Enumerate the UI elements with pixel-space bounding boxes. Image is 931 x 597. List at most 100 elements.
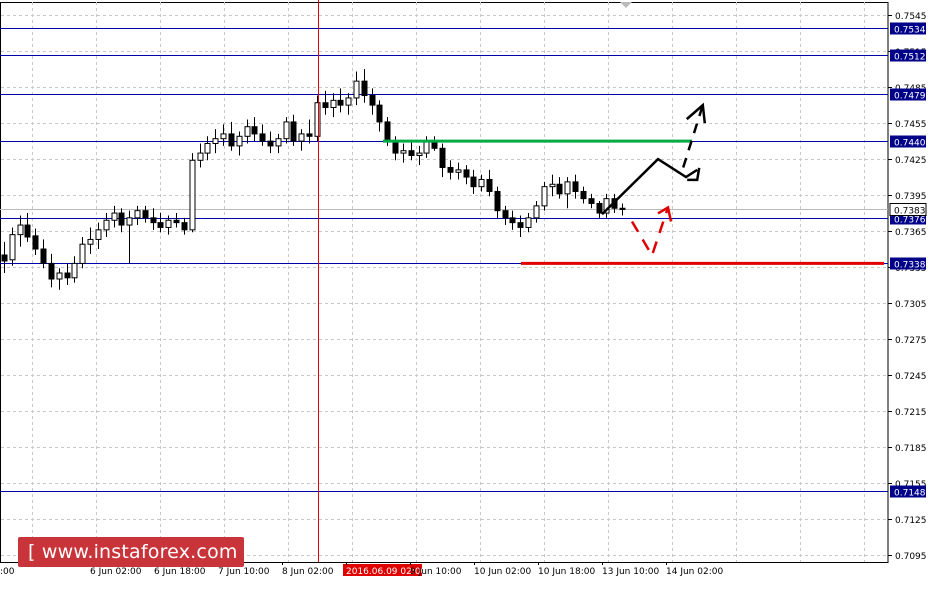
price-tick-label: 0.7545 [895,12,927,22]
candle-bearish [24,224,31,238]
candle-bullish [220,133,227,140]
candle-bearish [150,217,157,224]
candle-bullish [400,150,407,154]
candle-bullish [330,99,337,109]
candle-bullish [478,178,485,188]
candle-bullish [564,181,571,195]
candle-bearish [251,126,258,135]
candle-bearish [572,181,579,192]
forex-chart: 0.75450.75150.74850.74550.74250.73950.73… [0,0,931,586]
candle-bearish [447,166,454,173]
candle-bearish [306,133,313,137]
time-label: 9 Jun 10:00 [410,567,462,577]
candle-bullish [134,210,141,219]
candle-bullish [416,152,423,156]
price-tick-label: 0.7245 [895,372,927,382]
price-tick-label: 0.7365 [895,228,927,238]
level-price-label: 0.7376 [894,216,926,226]
candle-bullish [455,169,462,173]
candle-bearish [517,222,524,228]
price-tick-label: 0.7395 [895,192,927,202]
candle-bearish [157,222,164,228]
candle-bullish [244,126,251,137]
candle-bearish [494,190,501,212]
candle-bearish [290,121,297,142]
candle-bullish [236,135,243,147]
candle-bullish [533,205,540,219]
candle-bearish [32,235,39,250]
candle-bearish [173,219,180,224]
candle-bearish [40,248,47,264]
candle-bullish [165,219,172,228]
level-price-label: 0.7534 [894,26,926,36]
level-price-label: 0.7148 [894,489,926,499]
candle-bearish [361,80,368,97]
time-label: 8 Jun 02:00 [282,567,334,577]
current-price-label: 0.7383 [894,207,926,217]
time-label: 6 Jun 18:00 [154,567,206,577]
price-tick-label: 0.7215 [895,408,927,418]
candle-bearish [502,210,509,219]
candle-bullish [87,238,94,245]
candle-bullish [197,152,204,161]
time-label: :00 [0,567,15,577]
candle-bullish [103,219,110,231]
level-price-label: 0.7512 [894,53,926,63]
candle-bearish [337,99,344,106]
price-tick-label: 0.7095 [895,552,927,562]
candle-bearish [181,222,188,231]
candle-bearish [369,95,376,106]
candle-bearish [619,207,626,210]
candle-bearish [118,212,125,226]
candle-bearish [588,198,595,204]
candle-bullish [71,262,78,279]
price-tick-label: 0.7305 [895,300,927,310]
candle-bullish [56,272,63,280]
candle-bearish [1,254,8,262]
candle-bearish [228,133,235,147]
candle-bullish [275,138,282,147]
candle-bullish [423,140,430,154]
candle-bullish [541,186,548,207]
candle-bearish [267,140,274,147]
level-price-label: 0.7338 [894,261,926,271]
candle-bearish [470,176,477,188]
candle-bearish [64,272,71,279]
candle-bearish [556,183,563,195]
time-label: 10 Jun 18:00 [538,567,595,577]
level-price-label: 0.7479 [894,92,926,102]
price-tick-label: 0.7275 [895,336,927,346]
candle-bearish [463,169,470,178]
candle-bullish [204,142,211,154]
price-tick-label: 0.7185 [895,444,927,454]
candle-bullish [9,234,16,261]
candle-bullish [525,217,532,228]
candle-bearish [486,178,493,192]
candle-bullish [212,138,219,144]
candle-bearish [439,147,446,168]
candle-bullish [345,97,352,106]
price-tick-label: 0.7125 [895,516,927,526]
time-label: 6 Jun 02:00 [90,567,142,577]
candle-bearish [392,140,399,154]
candle-bullish [189,159,196,231]
level-price-label: 0.7440 [894,139,926,149]
time-label: 14 Jun 02:00 [666,567,723,577]
candle-bullish [283,121,290,140]
candle-bearish [259,133,266,142]
candle-bullish [549,183,556,188]
candle-bearish [48,262,55,280]
candle-bullish [353,80,360,99]
candle-bearish [580,190,587,200]
candle-bearish [142,210,149,219]
candle-bearish [408,150,415,156]
price-chart-svg: 0.75450.75150.74850.74550.74250.73950.73… [0,0,931,586]
time-label: 13 Jun 10:00 [602,567,659,577]
time-label: 10 Jun 02:00 [474,567,531,577]
price-tick-label: 0.7425 [895,156,927,166]
candle-bearish [376,104,383,123]
candle-bullish [298,133,305,142]
candle-bearish [509,217,516,224]
time-label: 7 Jun 10:00 [218,567,270,577]
candle-bullish [314,102,321,137]
